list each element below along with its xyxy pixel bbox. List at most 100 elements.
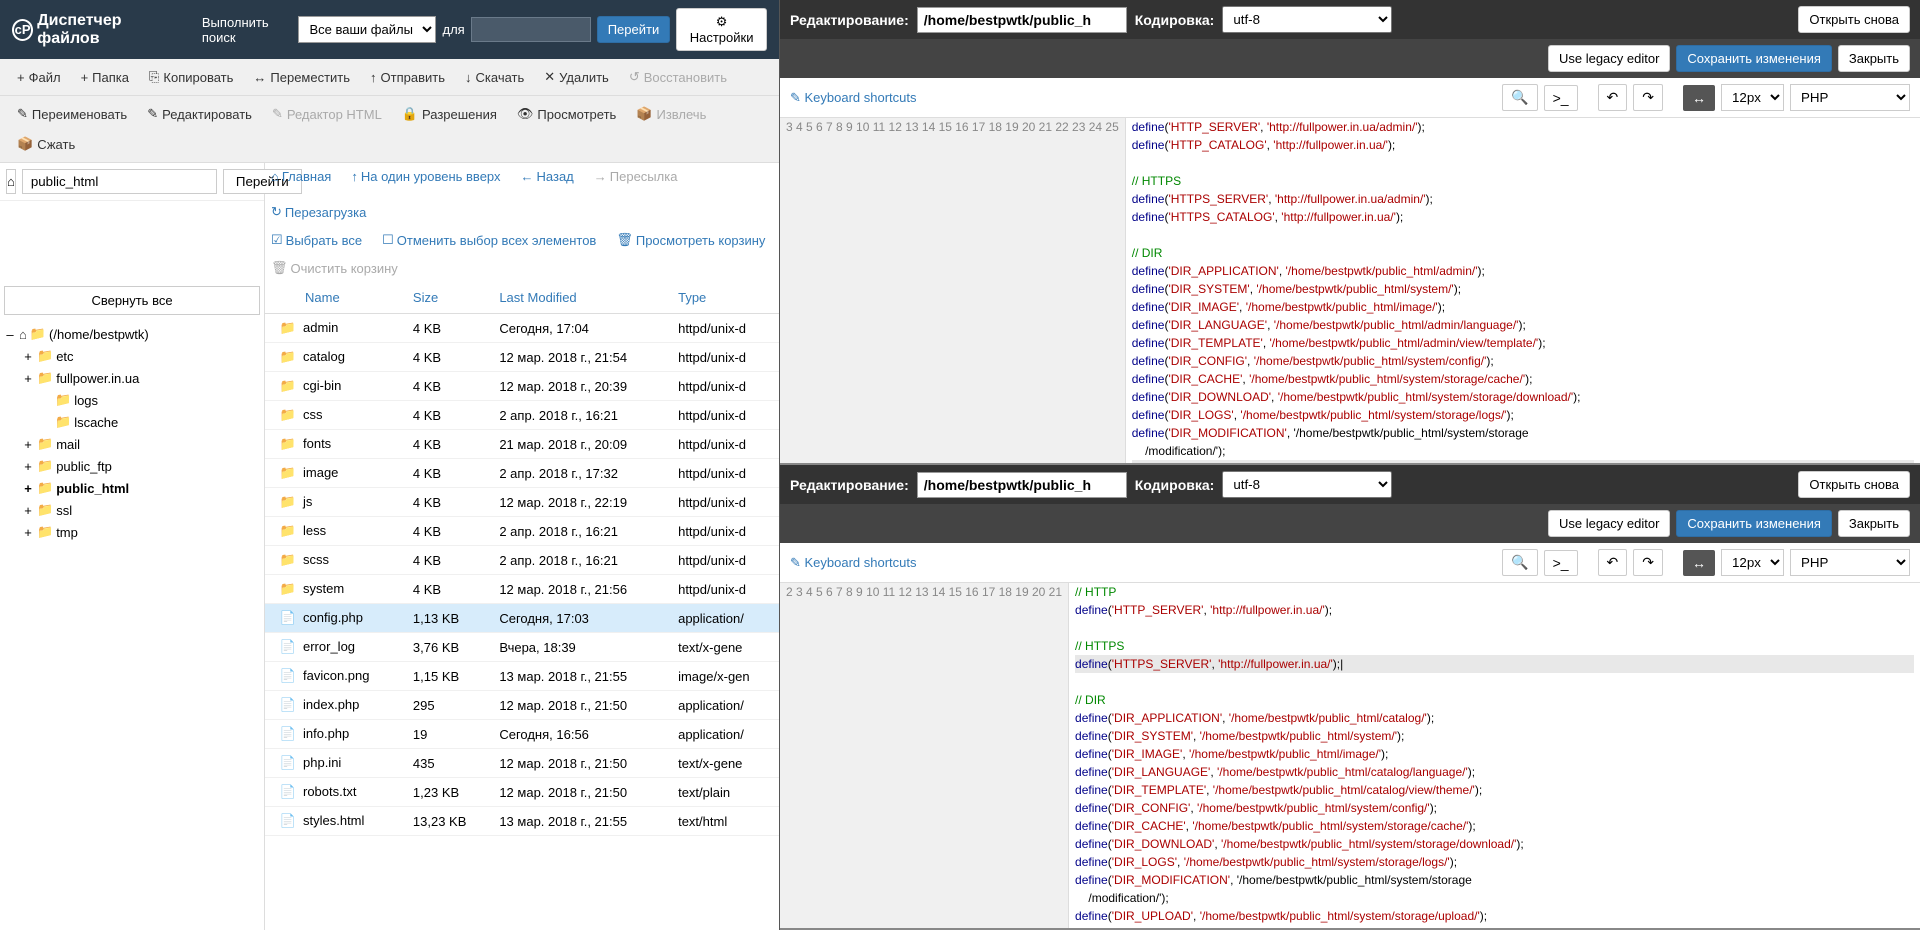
tree-toggle[interactable]: + [22, 349, 34, 364]
col-size[interactable]: Size [405, 282, 491, 314]
table-row[interactable]: 📁cgi-bin4 KB12 мар. 2018 г., 20:39httpd/… [265, 372, 779, 401]
tree-toggle[interactable]: + [22, 503, 34, 518]
tool-Папка[interactable]: + Папка [72, 63, 138, 91]
tree-toggle[interactable]: + [22, 437, 34, 452]
tree-node[interactable]: +📁ssl [4, 499, 260, 521]
keyboard-shortcuts-link[interactable]: ✎ Keyboard shortcuts [790, 90, 917, 106]
close-button[interactable]: Закрыть [1838, 510, 1910, 537]
tool-Удалить[interactable]: ✕ Удалить [535, 63, 618, 91]
tree-toggle[interactable]: + [22, 481, 34, 496]
tree-toggle[interactable]: + [22, 371, 34, 386]
collapse-all-button[interactable]: Свернуть все [4, 286, 260, 315]
table-row[interactable]: 📁admin4 KBСегодня, 17:04httpd/unix-d [265, 314, 779, 343]
link-up[interactable]: ↑ На один уровень вверх [351, 169, 500, 184]
legacy-button[interactable]: Use legacy editor [1548, 510, 1670, 537]
tool-Переместить[interactable]: ↔ Переместить [244, 63, 359, 91]
tree-node[interactable]: +📁mail [4, 433, 260, 455]
wrap-icon[interactable]: ↔ [1683, 85, 1715, 111]
table-row[interactable]: 📁css4 KB2 апр. 2018 г., 16:21httpd/unix-… [265, 401, 779, 430]
table-row[interactable]: 📄config.php1,13 KBСегодня, 17:03applicat… [265, 604, 779, 633]
tree-node[interactable]: 📁lscache [4, 411, 260, 433]
table-row[interactable]: 📄index.php29512 мар. 2018 г., 21:50appli… [265, 691, 779, 720]
table-row[interactable]: 📁js4 KB12 мар. 2018 г., 22:19httpd/unix-… [265, 488, 779, 517]
reopen-button[interactable]: Открыть снова [1798, 471, 1910, 498]
table-row[interactable]: 📁system4 KB12 мар. 2018 г., 21:56httpd/u… [265, 575, 779, 604]
table-row[interactable]: 📄error_log3,76 KBВчера, 18:39text/x-gene [265, 633, 779, 662]
redo-icon[interactable]: ↷ [1633, 84, 1663, 111]
editor-path-input[interactable] [917, 7, 1127, 33]
tree-node[interactable]: +📁fullpower.in.ua [4, 367, 260, 389]
code-editor[interactable]: 2 3 4 5 6 7 8 9 10 11 12 13 14 15 16 17 … [780, 583, 1920, 928]
table-row[interactable]: 📁catalog4 KB12 мар. 2018 г., 21:54httpd/… [265, 343, 779, 372]
keyboard-shortcuts-link[interactable]: ✎ Keyboard shortcuts [790, 555, 917, 571]
language-select[interactable]: PHP [1790, 549, 1910, 576]
table-row[interactable]: 📄favicon.png1,15 KB13 мар. 2018 г., 21:5… [265, 662, 779, 691]
save-button[interactable]: Сохранить изменения [1676, 510, 1832, 537]
tree-node[interactable]: +📁etc [4, 345, 260, 367]
editor-path-input[interactable] [917, 472, 1127, 498]
encoding-select[interactable]: utf-8 [1222, 471, 1392, 498]
terminal-icon[interactable]: >_ [1544, 550, 1578, 576]
tree-node[interactable]: –⌂📁(/home/bestpwtk) [4, 323, 260, 345]
font-size-select[interactable]: 12px [1721, 549, 1784, 576]
table-row[interactable]: 📁image4 KB2 апр. 2018 г., 17:32httpd/uni… [265, 459, 779, 488]
col-modified[interactable]: Last Modified [491, 282, 670, 314]
tool-Сжать[interactable]: 📦 Сжать [8, 130, 84, 158]
link-home[interactable]: ⌂ Главная [271, 169, 331, 184]
tool-Переименовать[interactable]: ✎ Переименовать [8, 100, 136, 128]
tree-node[interactable]: +📁public_html [4, 477, 260, 499]
legacy-button[interactable]: Use legacy editor [1548, 45, 1670, 72]
table-row[interactable]: 📁less4 KB2 апр. 2018 г., 16:21httpd/unix… [265, 517, 779, 546]
link-deselect[interactable]: ☐ Отменить выбор всех элементов [382, 232, 596, 248]
tool-Редактировать[interactable]: ✎ Редактировать [138, 100, 261, 128]
home-button[interactable]: ⌂ [6, 169, 16, 194]
link-empty-trash[interactable]: 🗑 Очистить корзину [271, 260, 398, 276]
reopen-button[interactable]: Открыть снова [1798, 6, 1910, 33]
search-icon[interactable]: 🔍 [1502, 549, 1537, 576]
table-row[interactable]: 📁fonts4 KB21 мар. 2018 г., 20:09httpd/un… [265, 430, 779, 459]
search-go-button[interactable]: Перейти [597, 16, 671, 43]
tree-toggle[interactable]: – [4, 327, 16, 342]
table-row[interactable]: 📁scss4 KB2 апр. 2018 г., 16:21httpd/unix… [265, 546, 779, 575]
link-reload[interactable]: ↻ Перезагрузка [271, 204, 366, 220]
search-icon[interactable]: 🔍 [1502, 84, 1537, 111]
tool-Просмотреть[interactable]: 👁 Просмотреть [508, 100, 625, 128]
tree-node[interactable]: +📁tmp [4, 521, 260, 543]
encoding-select[interactable]: utf-8 [1222, 6, 1392, 33]
tree-toggle[interactable]: + [22, 459, 34, 474]
tree-node[interactable]: +📁public_ftp [4, 455, 260, 477]
undo-icon[interactable]: ↶ [1598, 84, 1628, 111]
close-button[interactable]: Закрыть [1838, 45, 1910, 72]
tool-Отправить[interactable]: ↑ Отправить [361, 63, 454, 91]
terminal-icon[interactable]: >_ [1544, 85, 1578, 111]
code-content[interactable]: define('HTTP_SERVER', 'http://fullpower.… [1126, 118, 1920, 463]
save-button[interactable]: Сохранить изменения [1676, 45, 1832, 72]
encoding-label: Кодировка: [1135, 477, 1215, 493]
code-content[interactable]: // HTTP define('HTTP_SERVER', 'http://fu… [1069, 583, 1920, 928]
wrap-icon[interactable]: ↔ [1683, 550, 1715, 576]
tree-toggle[interactable]: + [22, 525, 34, 540]
undo-icon[interactable]: ↶ [1598, 549, 1628, 576]
redo-icon[interactable]: ↷ [1633, 549, 1663, 576]
settings-button[interactable]: ⚙ Настройки [676, 8, 767, 51]
table-row[interactable]: 📄info.php19Сегодня, 16:56application/ [265, 720, 779, 749]
link-view-trash[interactable]: 🗑 Просмотреть корзину [616, 232, 765, 248]
table-row[interactable]: 📄php.ini43512 мар. 2018 г., 21:50text/x-… [265, 749, 779, 778]
col-type[interactable]: Type [670, 282, 779, 314]
tool-Файл[interactable]: + Файл [8, 63, 70, 91]
search-input[interactable] [471, 17, 591, 42]
link-select-all[interactable]: ☑ Выбрать все [271, 232, 362, 248]
tool-Разрешения[interactable]: 🔒 Разрешения [393, 100, 506, 128]
table-row[interactable]: 📄robots.txt1,23 KB12 мар. 2018 г., 21:50… [265, 778, 779, 807]
link-back[interactable]: ← Назад [521, 169, 574, 184]
code-editor[interactable]: 3 4 5 6 7 8 9 10 11 12 13 14 15 16 17 18… [780, 118, 1920, 463]
path-input[interactable] [22, 169, 217, 194]
search-scope-select[interactable]: Все ваши файлы [298, 16, 436, 43]
tool-Копировать[interactable]: ⎘ Копировать [140, 63, 242, 91]
tree-node[interactable]: 📁logs [4, 389, 260, 411]
table-row[interactable]: 📄styles.html13,23 KB13 мар. 2018 г., 21:… [265, 807, 779, 836]
font-size-select[interactable]: 12px [1721, 84, 1784, 111]
tool-Скачать[interactable]: ↓ Скачать [456, 63, 533, 91]
language-select[interactable]: PHP [1790, 84, 1910, 111]
col-name[interactable]: Name [265, 282, 405, 314]
